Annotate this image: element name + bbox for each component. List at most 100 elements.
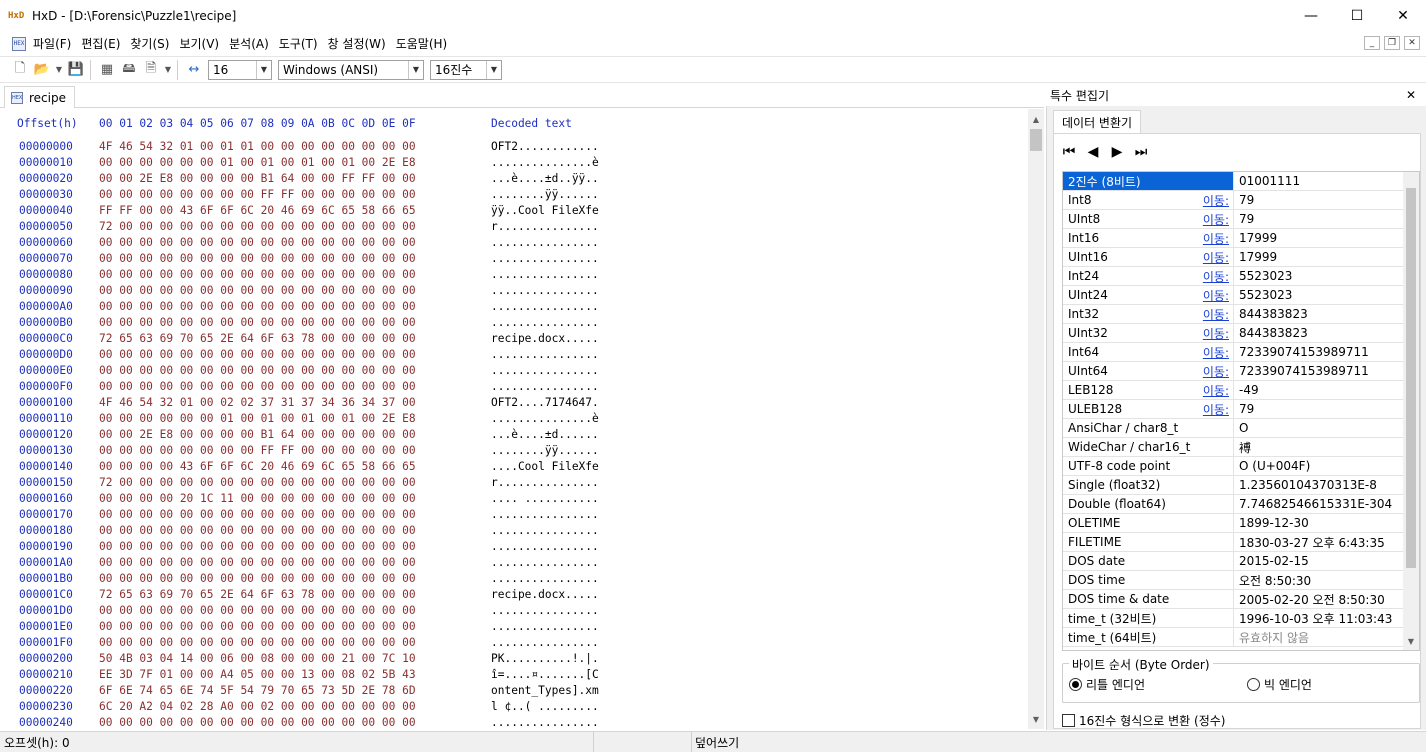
goto-link[interactable]: 이동:: [1203, 382, 1229, 399]
hex-row-bytes[interactable]: FF FF 00 00 43 6F 6F 6C 20 46 69 6C 65 5…: [99, 203, 416, 219]
hex-row-bytes[interactable]: 00 00 00 00 00 00 00 00 00 00 00 00 00 0…: [99, 379, 416, 395]
menu-analysis[interactable]: 분석(A): [224, 35, 274, 52]
inspector-value[interactable]: O (U+004F): [1234, 457, 1310, 475]
hex-row-decoded[interactable]: ................: [491, 235, 599, 251]
hex-integer-checkbox-row[interactable]: 16진수 형식으로 변환 (정수): [1062, 712, 1225, 729]
hex-row-decoded[interactable]: ................: [491, 715, 599, 729]
hex-row-bytes[interactable]: 00 00 00 00 00 00 00 00 00 00 00 00 00 0…: [99, 523, 416, 539]
inspector-value[interactable]: 17999: [1234, 248, 1277, 266]
hex-row-decoded[interactable]: .... ...........: [491, 491, 599, 507]
open-folder-icon[interactable]: 📂: [32, 60, 52, 80]
hex-row-decoded[interactable]: ................: [491, 267, 599, 283]
hex-row-decoded[interactable]: î=....¤.......[C: [491, 667, 599, 683]
inspector-row[interactable]: UInt32 이동: 844383823: [1063, 324, 1404, 343]
hex-row-decoded[interactable]: ................: [491, 603, 599, 619]
inspector-row[interactable]: 2진수 (8비트) 01001111: [1063, 172, 1404, 191]
hex-row-bytes[interactable]: 00 00 00 00 00 00 00 00 00 00 00 00 00 0…: [99, 347, 416, 363]
inspector-value[interactable]: 1.23560104370313E-8: [1234, 476, 1377, 494]
menu-file[interactable]: 파일(F): [28, 35, 76, 52]
hex-row-decoded[interactable]: ................: [491, 635, 599, 651]
hex-row-decoded[interactable]: ................: [491, 523, 599, 539]
goto-link[interactable]: 이동:: [1203, 211, 1229, 228]
minimize-button[interactable]: —: [1288, 0, 1334, 32]
close-button[interactable]: ✕: [1380, 0, 1426, 32]
inspector-scrollbar[interactable]: ▼: [1403, 172, 1419, 650]
inspector-value[interactable]: 79: [1234, 191, 1254, 209]
bytes-per-row-select[interactable]: 16 ▼: [208, 59, 272, 80]
little-endian-radio[interactable]: 리틀 엔디언: [1069, 676, 1145, 693]
hex-row-bytes[interactable]: 4F 46 54 32 01 00 02 02 37 31 37 34 36 3…: [99, 395, 416, 411]
inspector-value[interactable]: 17999: [1234, 229, 1277, 247]
inspector-value[interactable]: 01001111: [1234, 172, 1300, 190]
hex-row-bytes[interactable]: 00 00 00 00 00 00 00 00 00 00 00 00 00 0…: [99, 603, 416, 619]
inspector-row[interactable]: UInt16 이동: 17999: [1063, 248, 1404, 267]
mdi-close-icon[interactable]: ✕: [1404, 36, 1420, 50]
checkbox[interactable]: [1062, 714, 1075, 727]
inspector-value[interactable]: 오전 8:50:30: [1234, 571, 1311, 589]
menu-tools[interactable]: 도구(T): [274, 35, 323, 52]
save-icon[interactable]: 💾: [66, 60, 86, 80]
inspector-value[interactable]: O: [1234, 419, 1248, 437]
hex-row-bytes[interactable]: 6F 6E 74 65 6E 74 5F 54 79 70 65 73 5D 2…: [99, 683, 416, 699]
menu-window[interactable]: 창 설정(W): [323, 35, 391, 52]
chevron-down-icon[interactable]: ▼: [256, 60, 271, 79]
inspector-value[interactable]: 844383823: [1234, 305, 1308, 323]
hex-row-decoded[interactable]: ....Cool FileXfe: [491, 459, 599, 475]
hex-row-bytes[interactable]: 00 00 00 00 00 00 00 00 00 00 00 00 00 0…: [99, 363, 416, 379]
inspector-value[interactable]: 72339074153989711: [1234, 362, 1369, 380]
inspector-row[interactable]: Int16 이동: 17999: [1063, 229, 1404, 248]
inspector-row[interactable]: DOS time & date 2005-02-20 오전 8:50:30: [1063, 590, 1404, 609]
tab-data-inspector[interactable]: 데이터 변환기: [1053, 110, 1142, 134]
disk-icon[interactable]: 🖴: [119, 60, 139, 80]
hex-row-bytes[interactable]: 00 00 00 00 00 00 00 00 00 00 00 00 00 0…: [99, 315, 416, 331]
hex-row-bytes[interactable]: 00 00 00 00 43 6F 6F 6C 20 46 69 6C 65 5…: [99, 459, 416, 475]
hex-row-decoded[interactable]: PK..........!.|.: [491, 651, 599, 667]
goto-link[interactable]: 이동:: [1203, 230, 1229, 247]
hex-vertical-scrollbar[interactable]: ▲ ▼: [1028, 109, 1044, 729]
hex-row-decoded[interactable]: ...è....±d..ÿÿ..: [491, 171, 599, 187]
hex-row-decoded[interactable]: ...è....±d......: [491, 427, 599, 443]
inspector-row[interactable]: UInt64 이동: 72339074153989711: [1063, 362, 1404, 381]
scroll-up-icon[interactable]: ▲: [1028, 111, 1044, 127]
scroll-thumb[interactable]: [1030, 129, 1042, 151]
inspector-row[interactable]: UInt8 이동: 79: [1063, 210, 1404, 229]
hex-row-decoded[interactable]: recipe.docx.....: [491, 331, 599, 347]
inspector-row[interactable]: WideChar / char16_t 䙏: [1063, 438, 1404, 457]
goto-link[interactable]: 이동:: [1203, 344, 1229, 361]
goto-link[interactable]: 이동:: [1203, 325, 1229, 342]
hex-row-decoded[interactable]: l ¢..( .........: [491, 699, 599, 715]
hex-row-decoded[interactable]: recipe.docx.....: [491, 587, 599, 603]
scroll-thumb[interactable]: [1406, 188, 1416, 568]
hex-row-bytes[interactable]: EE 3D 7F 01 00 00 A4 05 00 00 13 00 08 0…: [99, 667, 416, 683]
hex-editor-view[interactable]: Offset(h) 00 01 02 03 04 05 06 07 08 09 …: [0, 109, 1028, 729]
hex-row-bytes[interactable]: 72 00 00 00 00 00 00 00 00 00 00 00 00 0…: [99, 219, 416, 235]
goto-link[interactable]: 이동:: [1203, 249, 1229, 266]
hex-row-bytes[interactable]: 00 00 00 00 00 00 00 00 00 00 00 00 00 0…: [99, 251, 416, 267]
hex-row-decoded[interactable]: ................: [491, 555, 599, 571]
inspector-row[interactable]: LEB128 이동: -49: [1063, 381, 1404, 400]
charset-select[interactable]: Windows (ANSI) ▼: [278, 59, 424, 80]
hex-row-bytes[interactable]: 00 00 00 00 00 00 00 00 00 00 00 00 00 0…: [99, 235, 416, 251]
inspector-row[interactable]: Double (float64) 7.74682546615331E-304: [1063, 495, 1404, 514]
hex-row-bytes[interactable]: 00 00 2E E8 00 00 00 00 B1 64 00 00 00 0…: [99, 427, 416, 443]
goto-link[interactable]: 이동:: [1203, 268, 1229, 285]
hex-row-decoded[interactable]: ................: [491, 283, 599, 299]
inspector-value[interactable]: 유효하지 않음: [1234, 628, 1309, 646]
hex-row-decoded[interactable]: ................: [491, 571, 599, 587]
ram-icon[interactable]: ▦: [97, 60, 117, 80]
hex-row-decoded[interactable]: ontent_Types].xm: [491, 683, 599, 699]
inspector-value[interactable]: 1899-12-30: [1234, 514, 1309, 532]
view-icon[interactable]: 🗎: [141, 60, 161, 80]
new-file-icon[interactable]: 🗋: [10, 60, 30, 80]
maximize-button[interactable]: ☐: [1334, 0, 1380, 32]
hex-row-bytes[interactable]: 00 00 00 00 00 00 00 00 00 00 00 00 00 0…: [99, 571, 416, 587]
first-icon[interactable]: ⏮: [1062, 144, 1076, 160]
inspector-row[interactable]: Int32 이동: 844383823: [1063, 305, 1404, 324]
goto-link[interactable]: 이동:: [1203, 401, 1229, 418]
chevron-down-icon[interactable]: ▼: [408, 60, 423, 79]
hex-row-bytes[interactable]: 00 00 00 00 00 00 00 00 FF FF 00 00 00 0…: [99, 187, 416, 203]
menu-search[interactable]: 찾기(S): [125, 35, 174, 52]
mdi-minimize-icon[interactable]: _: [1364, 36, 1380, 50]
hex-row-bytes[interactable]: 00 00 00 00 00 00 01 00 01 00 01 00 01 0…: [99, 155, 416, 171]
inspector-value[interactable]: 844383823: [1234, 324, 1308, 342]
